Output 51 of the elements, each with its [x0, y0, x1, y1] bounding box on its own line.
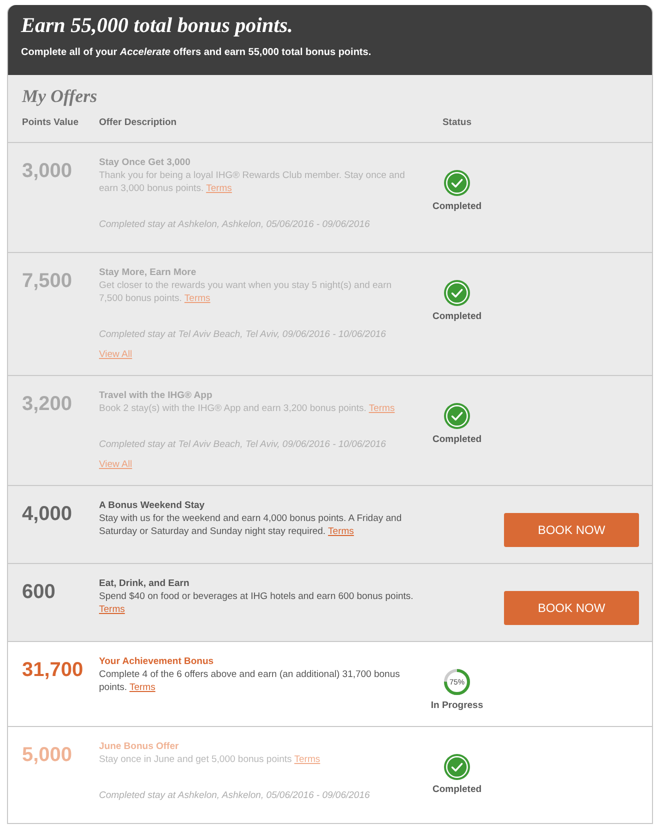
offer-title: Stay More, Earn More — [99, 266, 196, 279]
terms-link[interactable]: Terms — [368, 403, 395, 414]
terms-link[interactable]: Terms — [328, 526, 354, 537]
offer-description: Get closer to the rewards you want when you stay 5 night(s) and earn 7,500 bonus points. Terms — [99, 279, 393, 305]
book-now-button[interactable]: BOOK NOW — [504, 591, 639, 625]
offer-description: Complete 4 of the 6 offers above and earn (an additional) 31,700 bonus points. Terms — [99, 668, 401, 694]
column-header: Offer Description — [99, 116, 177, 129]
offer-title: A Bonus Weekend Stay — [99, 499, 205, 512]
status-label: Completed — [432, 200, 482, 212]
offer-description: Book 2 stay(s) with the IHG® App and earn 3,200 bonus points. Terms — [99, 402, 395, 415]
offer-description: Thank you for being a loyal IHG® Rewards Club member. Stay once and earn 3,000 bonus points. Terms — [99, 169, 406, 195]
status-label: Completed — [432, 432, 482, 446]
points-value: 5,000 — [22, 742, 74, 766]
book-now-button[interactable]: BOOK NOW — [504, 513, 639, 547]
header-subtitle: Complete all of your Accelerate offers and earn 55,000 total bonus points. — [21, 46, 372, 60]
offer-description: Stay with us for the weekend and earn 4,000 bonus points. A Friday and Saturday or Saturday and Sunday night stay required. Terms — [99, 512, 403, 538]
points-value: 4,000 — [22, 502, 74, 526]
completed-stay-text: Completed stay at Ashkelon, Ashkelon, 05/06/2016 - 09/06/2016 — [99, 218, 370, 232]
points-value: 7,500 — [22, 269, 74, 293]
column-header: Status — [442, 116, 472, 129]
terms-link[interactable]: Terms — [99, 604, 125, 615]
offer-title: Stay Once Get 3,000 — [99, 156, 190, 169]
terms-link[interactable]: Terms — [184, 293, 210, 304]
offer-title: Travel with the IHG® App — [99, 389, 212, 402]
status-label: In Progress — [430, 698, 484, 712]
view-all-link[interactable]: View All — [99, 348, 132, 361]
completed-stay-text: Completed stay at Tel Aviv Beach, Tel Aviv, 09/06/2016 - 10/06/2016 — [99, 438, 386, 452]
completed-stay-text: Completed stay at Tel Aviv Beach, Tel Aviv, 09/06/2016 - 10/06/2016 — [99, 328, 386, 342]
check-circle-icon — [444, 280, 470, 306]
points-value: 600 — [22, 580, 56, 604]
check-circle-icon — [444, 754, 470, 780]
offer-title: Eat, Drink, and Earn — [99, 577, 190, 590]
terms-link[interactable]: Terms — [129, 682, 156, 693]
points-value: 3,000 — [22, 159, 74, 183]
column-header: Points Value — [22, 116, 78, 129]
section-title: My Offers — [22, 86, 98, 106]
header-title: Earn 55,000 total bonus points. — [21, 13, 294, 37]
points-value: 3,200 — [22, 392, 74, 416]
terms-link[interactable]: Terms — [294, 754, 320, 764]
terms-link[interactable]: Terms — [206, 183, 232, 194]
status-label: Completed — [432, 783, 482, 796]
offer-title: June Bonus Offer — [99, 740, 179, 752]
offer-description: Stay once in June and get 5,000 bonus points Terms — [99, 752, 320, 766]
check-circle-icon — [444, 403, 470, 429]
offer-title: Your Achievement Bonus — [99, 655, 214, 668]
view-all-link[interactable]: View All — [99, 458, 132, 471]
points-value: 31,700 — [22, 658, 84, 682]
status-label: Completed — [432, 310, 482, 322]
check-circle-icon — [444, 170, 470, 196]
offer-description: Spend $40 on food or beverages at IHG hotels and earn 600 bonus points. Terms — [99, 590, 414, 616]
completed-stay-text: Completed stay at Ashkelon, Ashkelon, 05/06/2016 - 09/06/2016 — [99, 788, 370, 802]
